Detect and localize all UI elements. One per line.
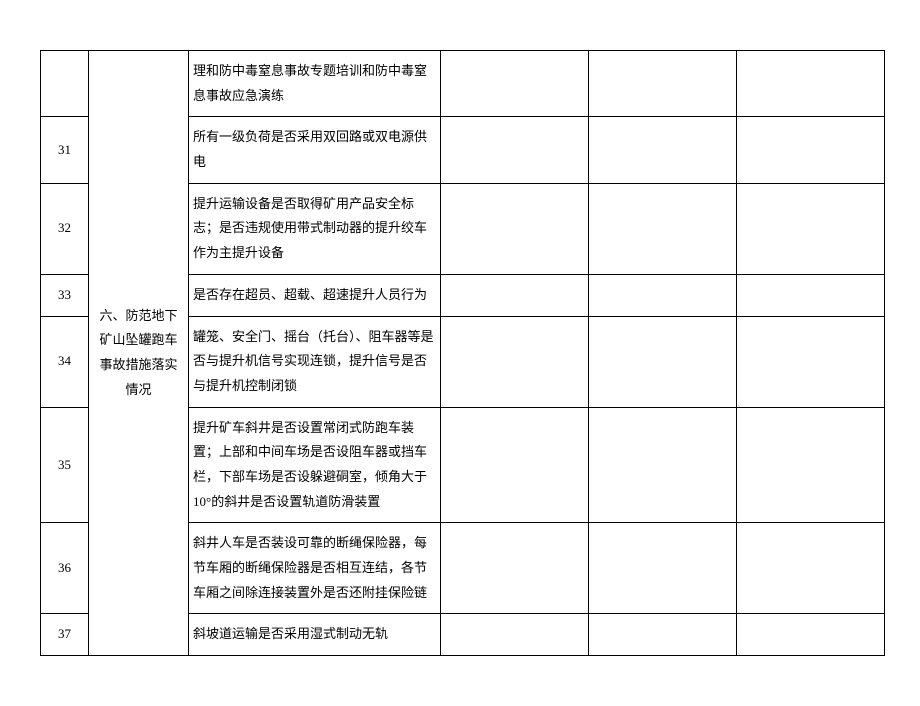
- row-number: 32: [41, 183, 89, 274]
- empty-cell: [441, 117, 589, 183]
- empty-cell: [441, 614, 589, 656]
- empty-cell: [441, 407, 589, 523]
- empty-cell: [589, 407, 737, 523]
- empty-cell: [589, 523, 737, 614]
- row-number: 35: [41, 407, 89, 523]
- row-description: 提升运输设备是否取得矿用产品安全标志；是否违规使用带式制动器的提升绞车作为主提升…: [189, 183, 441, 274]
- empty-cell: [737, 523, 885, 614]
- row-number: 37: [41, 614, 89, 656]
- empty-cell: [737, 274, 885, 316]
- table-row: 六、防范地下矿山坠罐跑车事故措施落实情况 理和防中毒窒息事故专题培训和防中毒窒息…: [41, 51, 885, 117]
- row-description: 斜坡道运输是否采用湿式制动无轨: [189, 614, 441, 656]
- empty-cell: [737, 407, 885, 523]
- empty-cell: [737, 51, 885, 117]
- row-number: 31: [41, 117, 89, 183]
- row-description: 所有一级负荷是否采用双回路或双电源供电: [189, 117, 441, 183]
- inspection-table: 六、防范地下矿山坠罐跑车事故措施落实情况 理和防中毒窒息事故专题培训和防中毒窒息…: [40, 50, 885, 656]
- empty-cell: [589, 183, 737, 274]
- empty-cell: [441, 51, 589, 117]
- empty-cell: [441, 523, 589, 614]
- row-number: [41, 51, 89, 117]
- empty-cell: [441, 274, 589, 316]
- empty-cell: [737, 316, 885, 407]
- row-number: 33: [41, 274, 89, 316]
- row-number: 34: [41, 316, 89, 407]
- empty-cell: [737, 117, 885, 183]
- row-description: 是否存在超员、超载、超速提升人员行为: [189, 274, 441, 316]
- empty-cell: [589, 614, 737, 656]
- row-description: 理和防中毒窒息事故专题培训和防中毒窒息事故应急演练: [189, 51, 441, 117]
- category-cell: 六、防范地下矿山坠罐跑车事故措施落实情况: [89, 51, 189, 656]
- empty-cell: [441, 183, 589, 274]
- empty-cell: [589, 316, 737, 407]
- row-description: 提升矿车斜井是否设置常闭式防跑车装置；上部和中间车场是否设阻车器或挡车栏，下部车…: [189, 407, 441, 523]
- row-number: 36: [41, 523, 89, 614]
- row-description: 罐笼、安全门、摇台（托台）、阻车器等是否与提升机信号实现连锁，提升信号是否与提升…: [189, 316, 441, 407]
- empty-cell: [737, 614, 885, 656]
- row-description: 斜井人车是否装设可靠的断绳保险器，每节车厢的断绳保险器是否相互连结，各节车厢之间…: [189, 523, 441, 614]
- empty-cell: [737, 183, 885, 274]
- empty-cell: [441, 316, 589, 407]
- empty-cell: [589, 51, 737, 117]
- empty-cell: [589, 117, 737, 183]
- empty-cell: [589, 274, 737, 316]
